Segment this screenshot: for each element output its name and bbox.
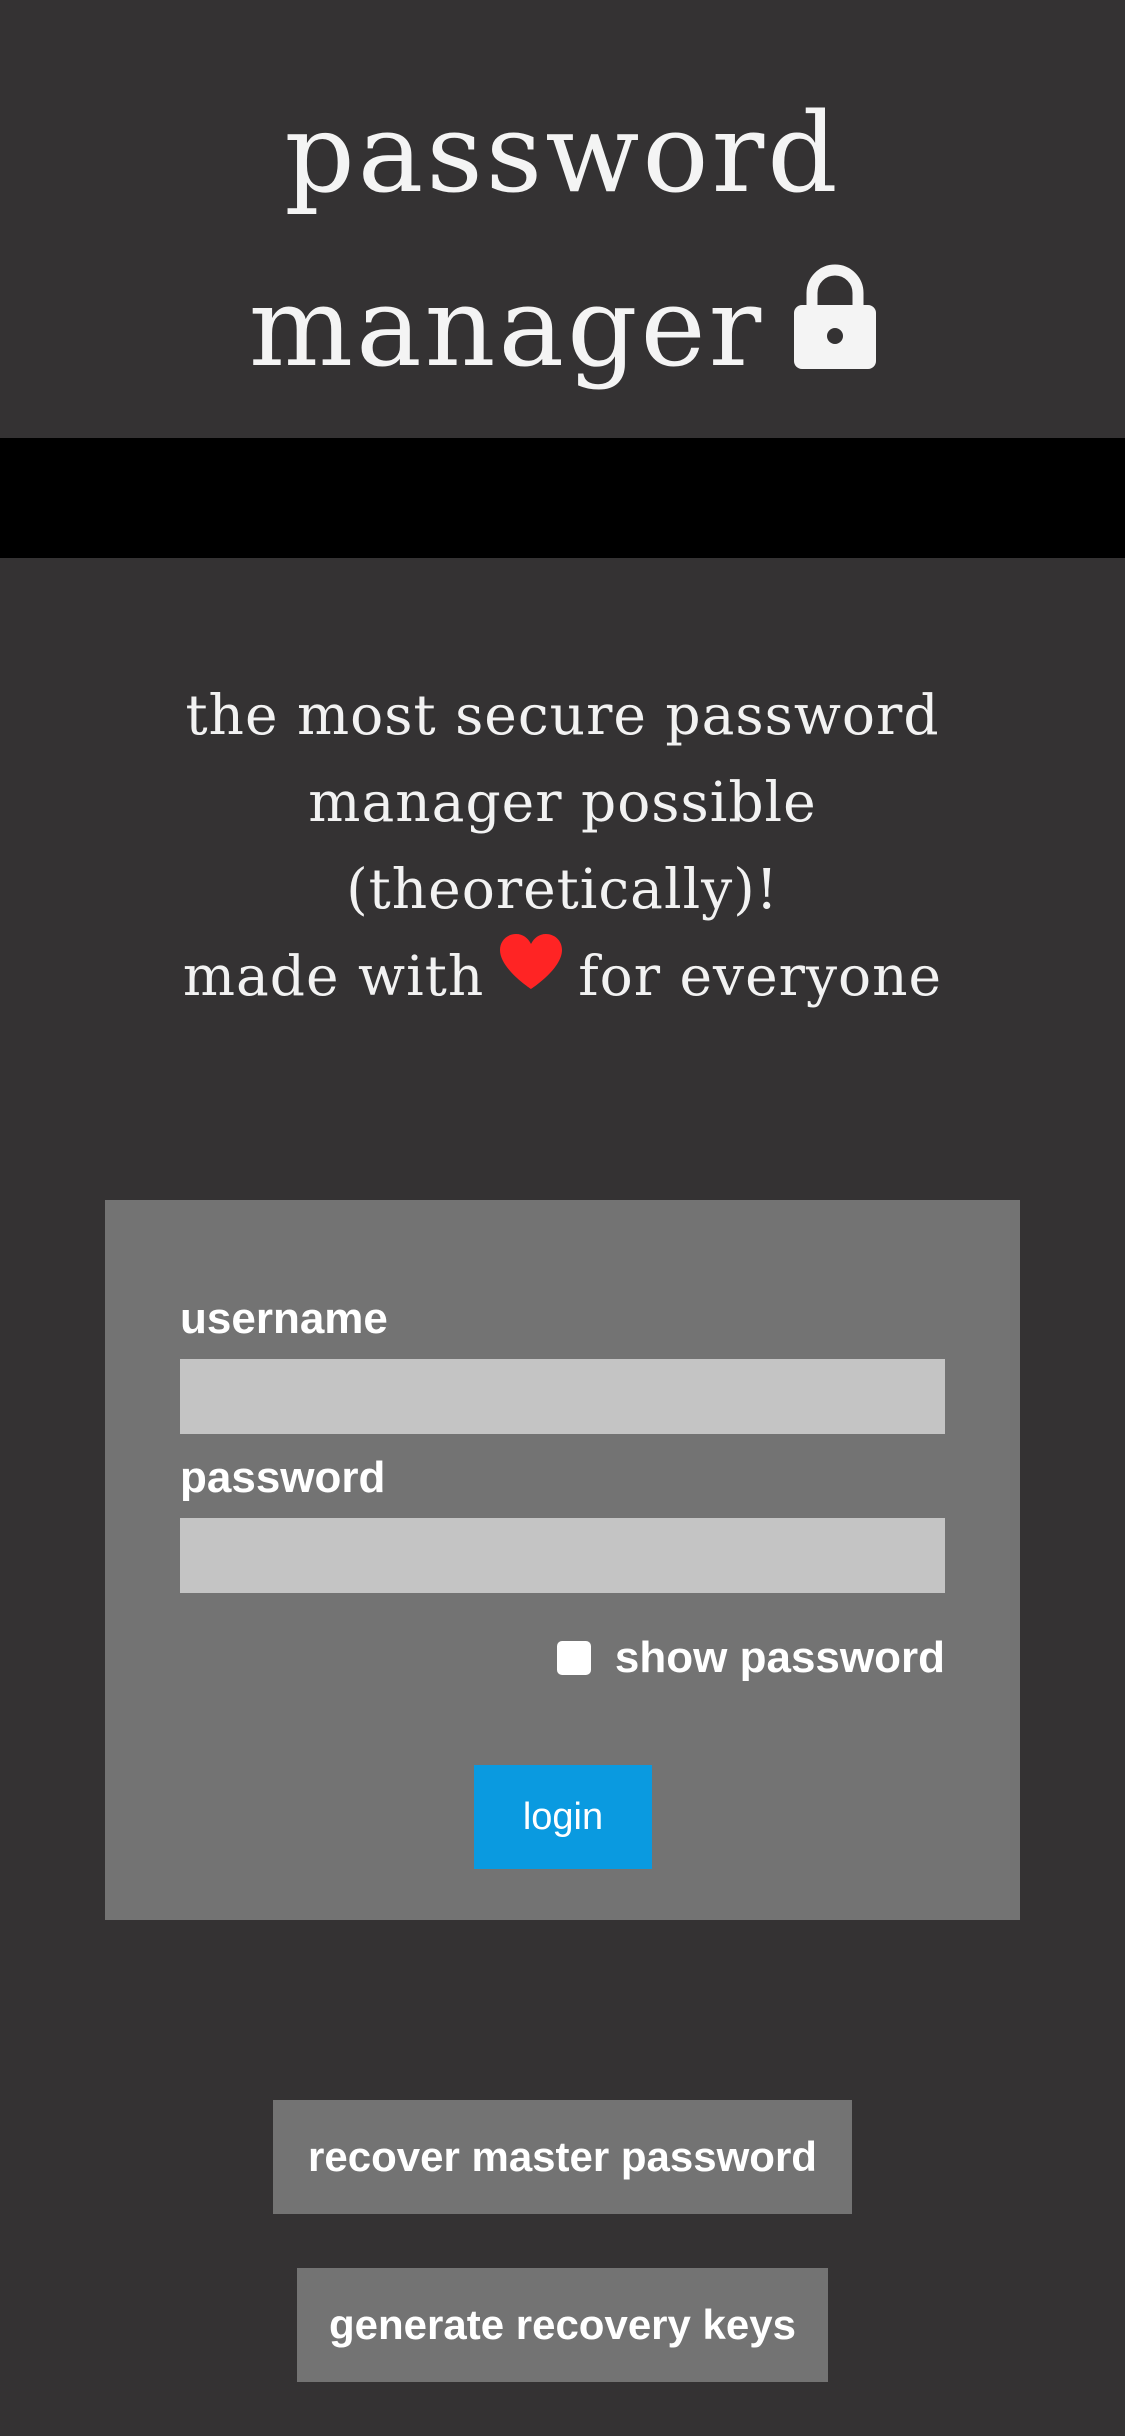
recover-master-password-button[interactable]: recover master password — [273, 2100, 852, 2214]
show-password-toggle[interactable]: show password — [556, 1630, 945, 1686]
password-input[interactable] — [180, 1518, 945, 1593]
tagline-made-with: made with — [182, 944, 485, 1008]
login-button[interactable]: login — [474, 1765, 652, 1869]
username-label: username — [180, 1294, 388, 1343]
app-title-text: manager — [248, 263, 765, 391]
tagline-line2: manager possible — [308, 770, 817, 834]
password-label: password — [180, 1453, 386, 1502]
tagline-for-everyone: for everyone — [578, 944, 943, 1008]
app-title-line1: password — [284, 89, 841, 217]
username-input[interactable] — [180, 1359, 945, 1434]
tagline-line3: (theoretically)! — [346, 857, 779, 921]
tagline-line4: made with for everyone — [0, 933, 1125, 1020]
lock-icon — [794, 263, 877, 396]
show-password-checkbox[interactable] — [556, 1641, 591, 1675]
login-form: username password show password login — [105, 1200, 1020, 1920]
divider-bar — [0, 438, 1125, 558]
show-password-label[interactable]: show password — [615, 1633, 945, 1683]
generate-recovery-keys-button[interactable]: generate recovery keys — [297, 2268, 828, 2382]
heart-icon — [498, 929, 564, 1016]
header: password manager — [0, 0, 1125, 438]
tagline: the most secure password manager possibl… — [0, 672, 1125, 1020]
app-title-line2: manager — [0, 262, 1125, 396]
tagline-line1: the most secure password — [185, 683, 940, 747]
